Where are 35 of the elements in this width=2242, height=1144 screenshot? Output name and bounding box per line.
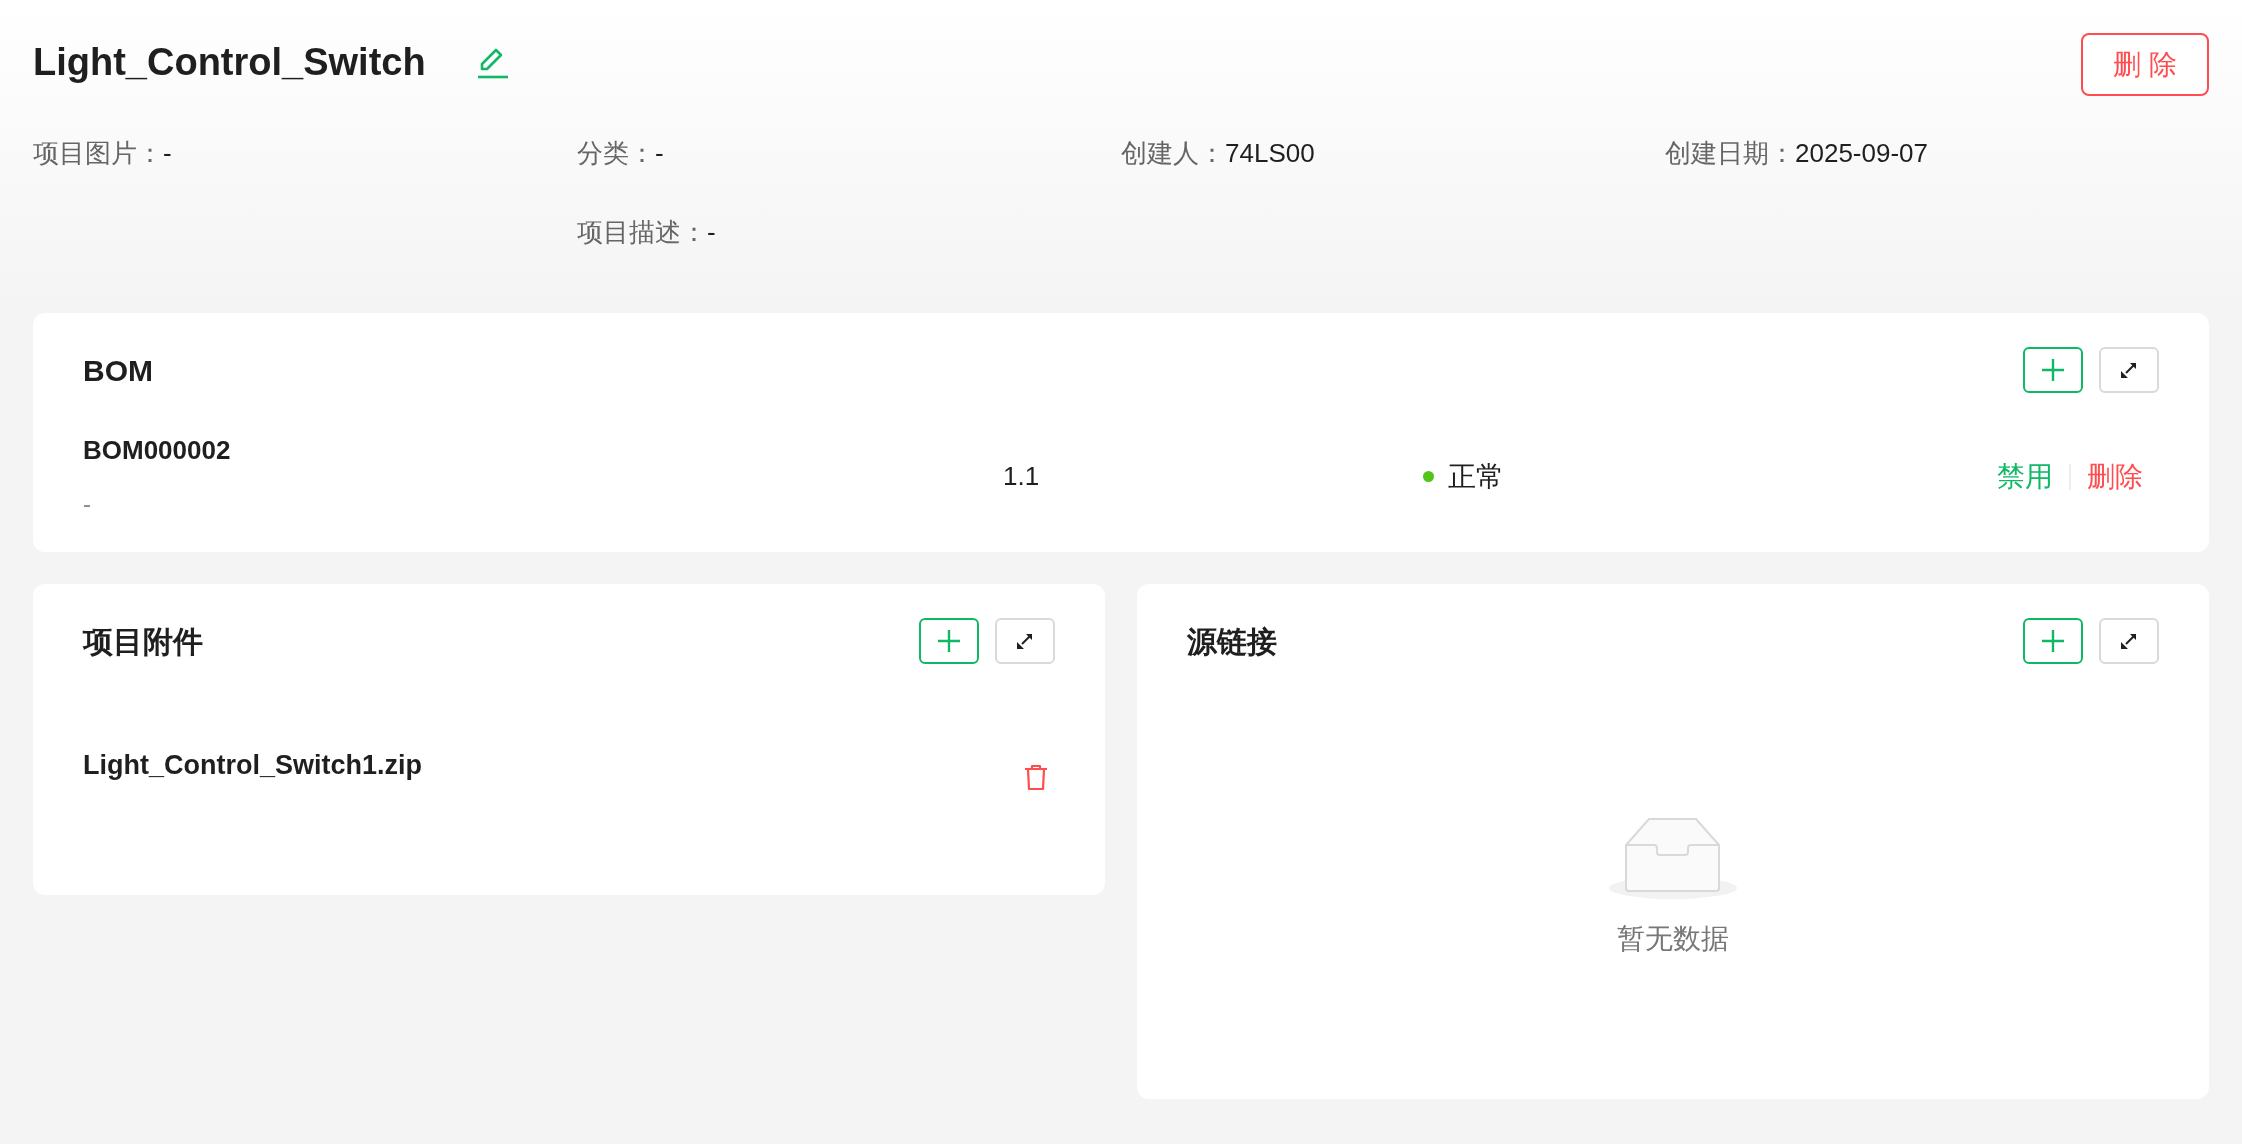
empty-text: 暂无数据 xyxy=(1617,922,1729,956)
add-button[interactable] xyxy=(919,618,979,664)
field-label: 创建人： xyxy=(1121,137,1225,170)
bom-description: - xyxy=(83,489,92,519)
field-label: 项目图片： xyxy=(33,137,163,170)
trash-icon xyxy=(1023,763,1049,791)
project-title: Light_Control_Switch xyxy=(33,43,426,81)
bom-version: 1.1 xyxy=(1003,460,1041,493)
expand-button[interactable] xyxy=(2099,618,2159,664)
add-icon xyxy=(2040,357,2066,383)
card-title: 源链接 xyxy=(1187,623,1277,660)
empty-inbox-icon xyxy=(1608,818,1738,900)
card-title: BOM xyxy=(83,352,153,389)
field-value: 2025-09-07 xyxy=(1795,137,1928,170)
bom-code: BOM000002 xyxy=(83,434,232,467)
add-button[interactable] xyxy=(2023,618,2083,664)
field-label: 创建日期： xyxy=(1665,137,1795,170)
field-value: - xyxy=(707,216,716,249)
expand-button[interactable] xyxy=(2099,347,2159,393)
add-icon xyxy=(936,628,962,654)
field-value: - xyxy=(163,137,172,170)
add-icon xyxy=(2040,628,2066,654)
status-text: 正常 xyxy=(1448,459,1504,494)
field-value: - xyxy=(655,137,664,170)
add-button[interactable] xyxy=(2023,347,2083,393)
expand-button[interactable] xyxy=(995,618,1055,664)
delete-link[interactable]: 删除 xyxy=(2087,455,2143,498)
field-label: 项目描述： xyxy=(577,216,707,249)
card-title: 项目附件 xyxy=(83,623,203,660)
file-name: Light_Control_Switch1.zip xyxy=(83,749,422,782)
field-label: 分类： xyxy=(577,137,655,170)
field-value: 74LS00 xyxy=(1225,137,1315,170)
delete-button[interactable]: 删 除 xyxy=(2081,33,2209,96)
disable-link[interactable]: 禁用 xyxy=(1997,455,2053,498)
delete-file-button[interactable] xyxy=(1023,763,1049,791)
